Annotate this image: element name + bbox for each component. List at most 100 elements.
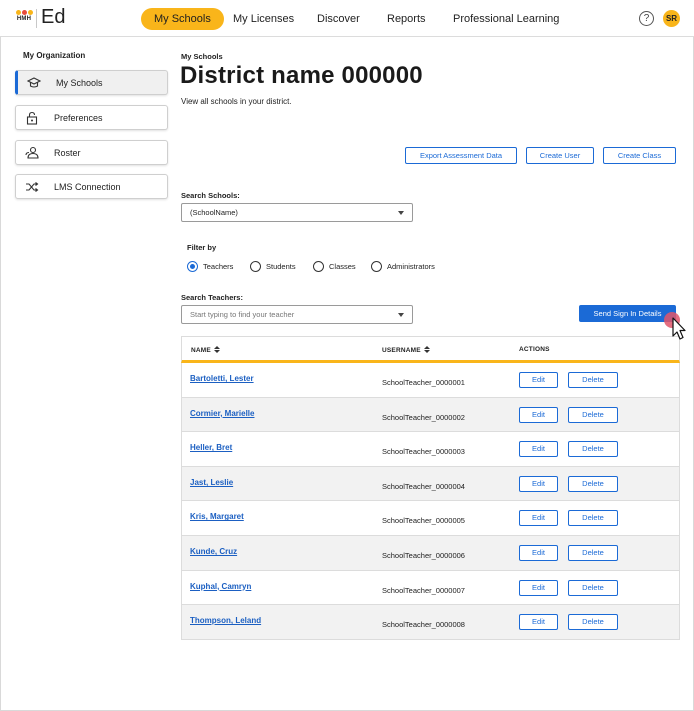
teacher-name-link[interactable]: Cormier, Marielle — [190, 409, 254, 418]
teacher-username: SchoolTeacher_0000002 — [382, 412, 465, 422]
lock-icon — [26, 111, 38, 125]
teacher-name-link[interactable]: Kuphal, Camryn — [190, 582, 251, 591]
table-row: Kris, Margaret SchoolTeacher_0000005 Edit D… — [181, 501, 680, 536]
school-icon — [27, 77, 41, 88]
delete-button[interactable]: Delete — [568, 544, 618, 561]
radio-icon — [371, 261, 382, 272]
delete-button[interactable]: Delete — [568, 406, 618, 423]
nav-my-schools[interactable]: My Schools — [141, 8, 224, 30]
sidebar-heading: My Organization — [23, 51, 86, 60]
table-row: Cormier, Marielle SchoolTeacher_0000002 Ed… — [181, 397, 680, 433]
table-row: Thompson, Leland SchoolTeacher_0000008 Edi… — [181, 605, 680, 640]
sidebar-item-label: Preferences — [54, 113, 103, 123]
create-user-button[interactable]: Create User — [526, 147, 594, 164]
teacher-name-link[interactable]: Heller, Bret — [190, 443, 232, 452]
column-header-label: NAME — [191, 347, 211, 354]
shuffle-icon — [26, 182, 39, 192]
logo-dots — [15, 10, 33, 15]
radio-label: Classes — [329, 262, 356, 271]
page-subtitle: View all schools in your district. — [181, 97, 292, 106]
table-row: Bartoletti, Lester SchoolTeacher_0000001 E… — [181, 363, 680, 398]
teacher-name-link[interactable]: Thompson, Leland — [190, 616, 261, 625]
delete-button[interactable]: Delete — [568, 510, 618, 527]
hmh-logo[interactable]: HMH — [15, 10, 33, 28]
filter-by-label: Filter by — [187, 243, 217, 252]
edit-button[interactable]: Edit — [519, 510, 558, 527]
sort-icon[interactable] — [423, 346, 430, 353]
edit-button[interactable]: Edit — [519, 614, 558, 631]
top-navigation-bar: HMH Ed My Schools My Licenses Discover R… — [0, 0, 694, 37]
radio-icon — [313, 261, 324, 272]
sidebar-item-my-schools[interactable]: My Schools — [15, 70, 168, 95]
table-row: Jast, Leslie SchoolTeacher_0000004 Edit Del… — [181, 466, 680, 502]
column-header-actions: ACTIONS — [519, 346, 550, 353]
edit-button[interactable]: Edit — [519, 406, 558, 423]
teacher-username: SchoolTeacher_0000003 — [382, 447, 465, 457]
sidebar-item-label: LMS Connection — [54, 182, 121, 192]
teacher-username: SchoolTeacher_0000004 — [382, 481, 465, 491]
sort-icon[interactable] — [213, 346, 220, 353]
teacher-name-link[interactable]: Kris, Margaret — [190, 512, 244, 521]
table-row: Heller, Bret SchoolTeacher_0000003 Edit Del… — [181, 432, 680, 467]
table-row: Kuphal, Camryn SchoolTeacher_0000007 Edit D… — [181, 570, 680, 606]
user-avatar[interactable]: SR — [663, 10, 680, 27]
delete-button[interactable]: Delete — [568, 614, 618, 631]
sidebar-item-lms-connection[interactable]: LMS Connection — [15, 174, 168, 199]
column-header-name[interactable]: NAME — [191, 346, 220, 354]
send-sign-in-details-button[interactable]: Send Sign In Details — [579, 305, 676, 322]
nav-reports[interactable]: Reports — [387, 8, 426, 30]
delete-button[interactable]: Delete — [568, 372, 618, 388]
search-teachers-placeholder: Start typing to find your teacher — [190, 310, 295, 319]
radio-selected-icon — [187, 261, 198, 272]
radio-label: Students — [266, 262, 296, 271]
nav-discover[interactable]: Discover — [317, 8, 360, 30]
teacher-name-link[interactable]: Kunde, Cruz — [190, 547, 237, 556]
sidebar-item-label: Roster — [54, 148, 81, 158]
sidebar-item-preferences[interactable]: Preferences — [15, 105, 168, 130]
teacher-username: SchoolTeacher_0000005 — [382, 516, 465, 526]
teacher-username: SchoolTeacher_0000006 — [382, 550, 465, 560]
column-header-label: USERNAME — [382, 347, 421, 354]
brand-name[interactable]: Ed — [41, 6, 65, 29]
edit-button[interactable]: Edit — [519, 441, 558, 458]
logo-text: HMH — [16, 16, 32, 22]
chevron-down-icon — [398, 313, 404, 317]
nav-my-licenses[interactable]: My Licenses — [233, 8, 294, 30]
teacher-name-link[interactable]: Jast, Leslie — [190, 478, 233, 487]
radio-label: Administrators — [387, 262, 435, 271]
breadcrumb: My Schools — [181, 52, 223, 61]
teacher-username: SchoolTeacher_0000001 — [382, 378, 465, 387]
edit-button[interactable]: Edit — [519, 372, 558, 388]
delete-button[interactable]: Delete — [568, 475, 618, 492]
edit-button[interactable]: Edit — [519, 579, 558, 596]
table-body: Bartoletti, Lester SchoolTeacher_0000001 E… — [181, 363, 680, 640]
chevron-down-icon — [398, 211, 404, 215]
radio-label: Teachers — [203, 262, 234, 271]
sidebar-item-roster[interactable]: Roster — [15, 140, 168, 165]
search-schools-select[interactable]: (SchoolName) — [181, 203, 413, 222]
delete-button[interactable]: Delete — [568, 441, 618, 458]
nav-professional-learning[interactable]: Professional Learning — [453, 8, 559, 30]
logo-divider — [36, 9, 37, 28]
teacher-name-link[interactable]: Bartoletti, Lester — [190, 374, 254, 383]
teacher-username: SchoolTeacher_0000008 — [382, 620, 465, 630]
table-header: NAME USERNAME ACTIONS — [181, 336, 680, 363]
search-schools-label: Search Schools: — [181, 191, 240, 200]
teachers-table: NAME USERNAME ACTIONS Bartoletti, Lester… — [181, 336, 680, 640]
help-icon[interactable]: ? — [639, 11, 654, 26]
search-teachers-label: Search Teachers: — [181, 293, 243, 302]
table-row: Kunde, Cruz SchoolTeacher_0000006 Edit Dele… — [181, 535, 680, 571]
radio-icon — [250, 261, 261, 272]
create-class-button[interactable]: Create Class — [603, 147, 676, 164]
sidebar-item-label: My Schools — [56, 78, 103, 88]
delete-button[interactable]: Delete — [568, 579, 618, 596]
export-assessment-data-button[interactable]: Export Assessment Data — [405, 147, 517, 164]
search-teachers-input[interactable]: Start typing to find your teacher — [181, 305, 413, 324]
edit-button[interactable]: Edit — [519, 475, 558, 492]
page-title: District name 000000 — [180, 62, 423, 89]
column-header-username[interactable]: USERNAME — [382, 346, 430, 354]
users-icon — [25, 146, 39, 159]
search-schools-value: (SchoolName) — [190, 208, 238, 217]
teacher-username: SchoolTeacher_0000007 — [382, 585, 465, 595]
edit-button[interactable]: Edit — [519, 544, 558, 561]
